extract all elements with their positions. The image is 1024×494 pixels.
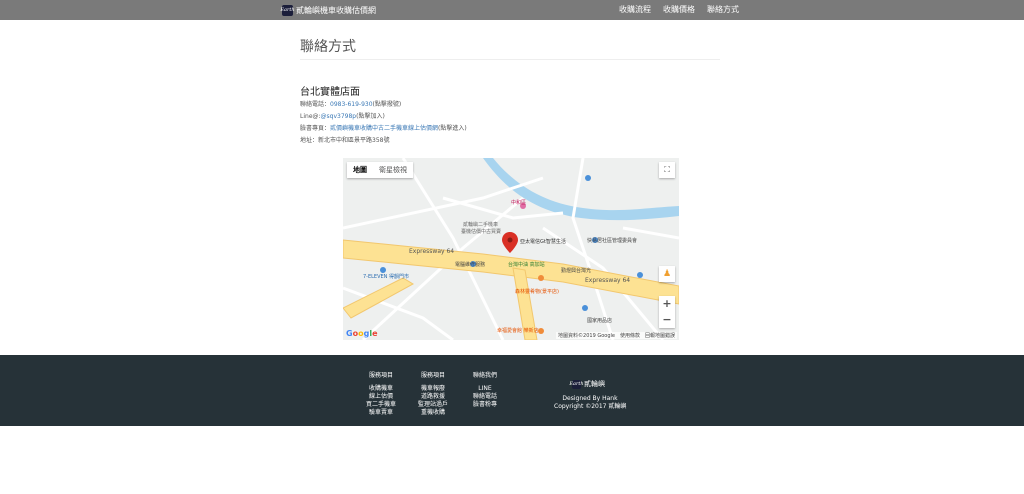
copyright: Copyright ©2017 貳輪嶼	[554, 403, 627, 410]
nav-purchase-price[interactable]: 收購價格	[663, 4, 695, 15]
poi-label-telecom: 亞太電信Gt智慧生活	[520, 238, 566, 245]
phone-line: 聯絡電話：0983-619-930(點擊撥號)	[300, 99, 401, 108]
designer-credit: Designed By Hank	[562, 395, 618, 402]
title-divider	[300, 59, 720, 60]
site-footer: 服務項目 收購機車 線上估價 買二手機車 驗車賣車 服務項目 機車報廢 道路救援…	[0, 355, 1024, 426]
facebook-hint: (點擊進入)	[438, 125, 467, 132]
footer-brand-text: 貳輪嶼	[584, 380, 605, 388]
poi-label-forest: 森林靈肴物(景平店)	[515, 288, 559, 295]
footer-link[interactable]: 收購機車	[364, 385, 398, 393]
phone-link[interactable]: 0983-619-930	[330, 101, 373, 108]
poi-label-shop-sub: 臺機估價中古買賣	[461, 228, 501, 235]
footer-link[interactable]: 機車報廢	[416, 385, 450, 393]
footer-col-services-2: 服務項目 機車報廢 道路救援 監理站過戶 重機收購	[416, 370, 450, 417]
nav-purchase-process[interactable]: 收購流程	[619, 4, 651, 15]
site-logo-icon: Earth	[280, 4, 295, 16]
zoom-out-icon[interactable]: −	[662, 312, 671, 328]
footer-logo-icon: Earth	[569, 379, 584, 389]
site-brand[interactable]: Earth 貳輪嶼機車收購估價網	[280, 4, 376, 16]
line-label: Line@:	[300, 113, 321, 120]
poi-label-supply: 國家用品店	[587, 317, 612, 324]
site-title[interactable]: 貳輪嶼機車收購估價網	[296, 5, 376, 16]
poi-label-committee: 快易居社區管理委員會	[587, 237, 637, 244]
page-title: 聯絡方式	[300, 39, 356, 55]
tab-map[interactable]: 地圖	[347, 162, 373, 178]
facebook-label: 臉書專頁：	[300, 125, 331, 132]
line-hint: (點擊加入)	[356, 113, 385, 120]
google-map[interactable]: Expressway 64 Expressway 64 貳輪嶼二手機車 臺機估價…	[343, 158, 679, 340]
footer-link[interactable]: 臉書粉專	[468, 401, 502, 409]
line-link[interactable]: @sqv3798p	[321, 113, 357, 120]
footer-col-contact: 聯絡我們 LINE 聯絡電話 臉書粉專	[468, 370, 502, 409]
poi-label-shop: 貳輪嶼二手機車	[463, 221, 498, 228]
address-line: 地址：新北市中和區景平路358號	[300, 135, 389, 144]
footer-link[interactable]: 聯絡電話	[468, 393, 502, 401]
poi-label-repair: 電腦維修服務	[455, 261, 485, 268]
footer-col-title: 服務項目	[420, 372, 445, 379]
main-nav: 收購流程 收購價格 聯絡方式	[619, 4, 739, 15]
tab-satellite[interactable]: 衛星檢視	[373, 162, 413, 178]
fullscreen-icon[interactable]: ⛶	[659, 162, 675, 178]
expressway-label-east: Expressway 64	[585, 277, 630, 284]
facebook-link[interactable]: 貳價嶼機車收購中古二手機車線上估價網	[330, 125, 438, 132]
phone-hint: (點擊撥號)	[372, 101, 402, 108]
pegman-icon[interactable]: ♟	[659, 266, 675, 282]
poi-label-store: 勤煜興台灣光	[561, 267, 591, 274]
poi-label-seven: 7-ELEVEN 得韻門市	[363, 273, 409, 280]
address-text: 地址：新北市中和區景平路358號	[300, 137, 390, 144]
store-name: 台北實體店面	[300, 87, 360, 98]
footer-link[interactable]: 驗車賣車	[364, 409, 398, 417]
poi-label-hall: 幸福愛會館 樂新店	[497, 327, 539, 334]
phone-label: 聯絡電話：	[300, 101, 331, 108]
footer-link[interactable]: 重機收購	[416, 409, 450, 417]
footer-brand: Earth 貳輪嶼	[569, 379, 605, 389]
google-logo[interactable]: Google	[346, 329, 378, 338]
poi-label-gas: 台灣中油 高加站	[508, 261, 545, 268]
map-canvas: Expressway 64 Expressway 64 貳輪嶼二手機車 臺機估價…	[343, 158, 679, 340]
zoom-in-icon[interactable]: +	[662, 296, 671, 312]
poi-label-district: 中和區	[511, 199, 526, 206]
footer-link[interactable]: 道路救援	[416, 393, 450, 401]
footer-link[interactable]: 線上估價	[364, 393, 398, 401]
footer-col-services: 服務項目 收購機車 線上估價 買二手機車 驗車賣車	[364, 370, 398, 417]
footer-credit: Designed By Hank Copyright ©2017 貳輪嶼	[554, 395, 626, 411]
footer-link[interactable]: 買二手機車	[364, 401, 398, 409]
facebook-line: 臉書專頁：貳價嶼機車收購中古二手機車線上估價網(點擊進入)	[300, 123, 467, 132]
top-navbar: Earth 貳輪嶼機車收購估價網 收購流程 收購價格 聯絡方式	[0, 0, 1024, 20]
map-attribution[interactable]: 地圖資料©2019 Google 使用條款 回報地圖錯誤	[556, 332, 677, 339]
expressway-label-west: Expressway 64	[409, 248, 454, 255]
footer-col-title: 聯絡我們	[472, 372, 497, 379]
zoom-control: + −	[659, 296, 675, 328]
footer-link[interactable]: LINE	[468, 385, 502, 393]
nav-contact[interactable]: 聯絡方式	[707, 4, 739, 15]
map-type-tabs: 地圖 衛星檢視	[347, 162, 413, 178]
footer-col-title: 服務項目	[368, 372, 393, 379]
line-id-line: Line@:@sqv3798p(點擊加入)	[300, 111, 385, 120]
footer-link[interactable]: 監理站過戶	[416, 401, 450, 409]
